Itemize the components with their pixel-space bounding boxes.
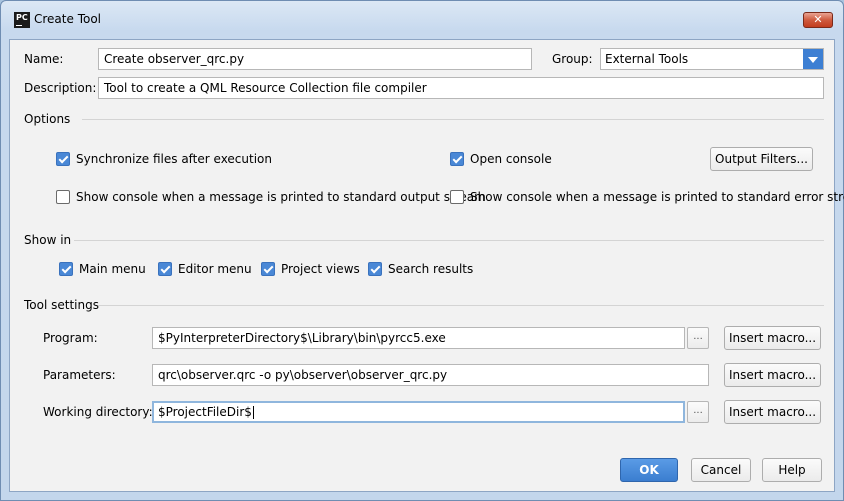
chevron-down-icon[interactable] <box>803 49 823 69</box>
ok-button[interactable]: OK <box>620 458 678 482</box>
pycharm-app-icon: PC <box>14 12 30 28</box>
working-directory-value: $ProjectFileDir$ <box>158 405 252 419</box>
help-button[interactable]: Help <box>762 458 822 482</box>
options-separator <box>82 119 824 120</box>
program-label: Program: <box>43 331 98 345</box>
parameters-insert-macro-button[interactable]: Insert macro... <box>724 363 821 387</box>
name-label: Name: <box>24 52 64 66</box>
title-bar[interactable]: PC Create Tool ✕ <box>1 1 843 31</box>
close-icon: ✕ <box>813 13 823 26</box>
sync-files-checkbox[interactable] <box>56 152 70 166</box>
project-views-checkbox[interactable] <box>261 262 275 276</box>
group-label: Group: <box>552 52 593 66</box>
cancel-button[interactable]: Cancel <box>691 458 751 482</box>
program-input[interactable]: $PyInterpreterDirectory$\Library\bin\pyr… <box>152 327 685 349</box>
open-console-checkbox[interactable] <box>450 152 464 166</box>
main-menu-checkbox[interactable] <box>59 262 73 276</box>
working-directory-browse-button[interactable]: ... <box>687 401 709 423</box>
tool-settings-section-title: Tool settings <box>24 298 99 312</box>
show-console-stdout-label[interactable]: Show console when a message is printed t… <box>76 190 486 204</box>
description-label: Description: <box>24 81 97 95</box>
group-select-value: External Tools <box>605 52 689 66</box>
window-title: Create Tool <box>34 12 101 26</box>
close-button[interactable]: ✕ <box>803 12 833 28</box>
show-in-separator <box>74 240 824 241</box>
name-input[interactable]: Create observer_qrc.py <box>98 48 532 70</box>
project-views-label[interactable]: Project views <box>281 262 360 276</box>
dialog-content: Name: Create observer_qrc.py Group: Exte… <box>9 39 844 492</box>
sync-files-label[interactable]: Synchronize files after execution <box>76 152 272 166</box>
open-console-label[interactable]: Open console <box>470 152 552 166</box>
program-browse-button[interactable]: ... <box>687 327 709 349</box>
text-caret <box>252 406 254 419</box>
search-results-label[interactable]: Search results <box>388 262 473 276</box>
parameters-input[interactable]: qrc\observer.qrc -o py\observer\observer… <box>152 364 709 386</box>
show-console-stderr-label[interactable]: Show console when a message is printed t… <box>470 190 844 204</box>
working-directory-input[interactable]: $ProjectFileDir$ <box>152 401 685 423</box>
description-input[interactable]: Tool to create a QML Resource Collection… <box>98 77 824 99</box>
show-console-stderr-checkbox[interactable] <box>450 190 464 204</box>
output-filters-button[interactable]: Output Filters... <box>710 147 813 171</box>
dialog-window: PC Create Tool ✕ Name: Create observer_q… <box>0 0 844 501</box>
parameters-label: Parameters: <box>43 368 116 382</box>
search-results-checkbox[interactable] <box>368 262 382 276</box>
group-select[interactable]: External Tools <box>600 48 824 70</box>
show-console-stdout-checkbox[interactable] <box>56 190 70 204</box>
program-insert-macro-button[interactable]: Insert macro... <box>724 326 821 350</box>
editor-menu-checkbox[interactable] <box>158 262 172 276</box>
tool-settings-separator <box>98 305 824 306</box>
show-in-section-title: Show in <box>24 233 72 247</box>
main-menu-label[interactable]: Main menu <box>79 262 146 276</box>
working-directory-label: Working directory: <box>43 405 153 419</box>
working-directory-insert-macro-button[interactable]: Insert macro... <box>724 400 821 424</box>
editor-menu-label[interactable]: Editor menu <box>178 262 252 276</box>
options-section-title: Options <box>24 112 71 126</box>
